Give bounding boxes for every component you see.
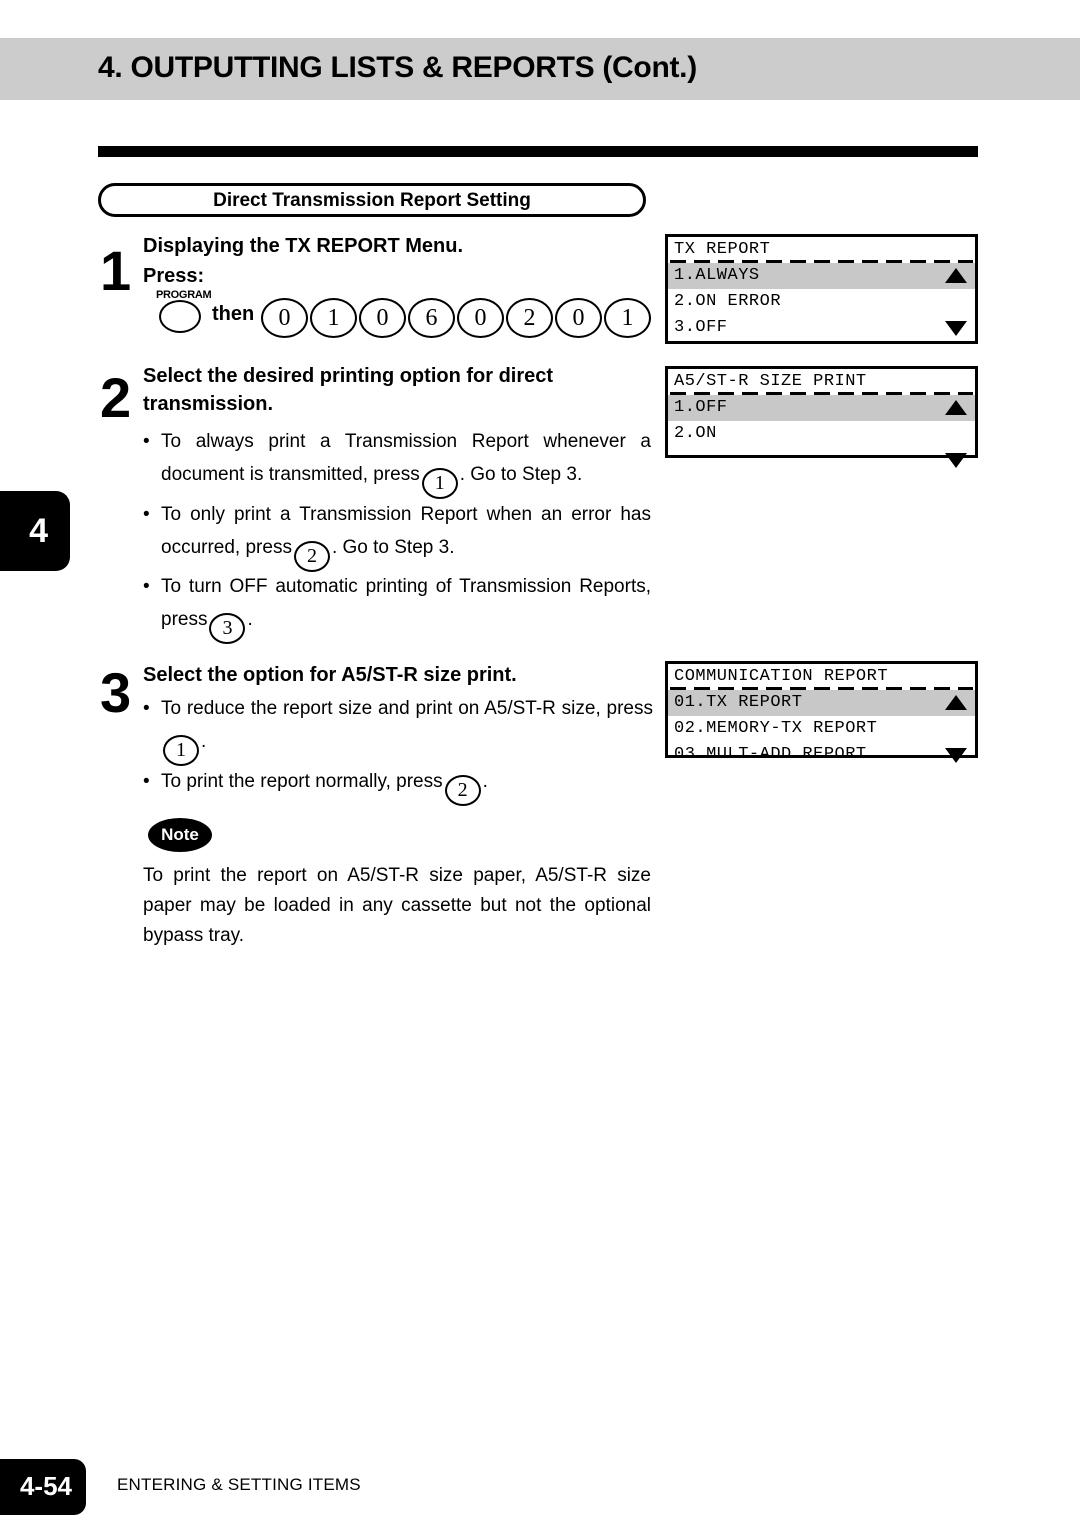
step-2-number: 2 <box>100 366 131 429</box>
keypad-key[interactable]: 1 <box>604 298 651 338</box>
program-key-button[interactable] <box>159 300 201 333</box>
lcd-header: A5/ST-R SIZE PRINT <box>668 369 975 395</box>
keypad-key[interactable]: 2 <box>444 775 481 806</box>
lcd-panel-tx-report: TX REPORT 1.ALWAYS 2.ON ERROR 3.OFF <box>665 234 978 344</box>
bullet-dot: • <box>143 771 150 792</box>
keypad-key[interactable]: 1 <box>163 735 199 766</box>
step-2-title: Select the desired printing option for d… <box>143 365 554 415</box>
bullet-dot: • <box>143 504 150 525</box>
keypad-key[interactable]: 0 <box>359 298 406 338</box>
scroll-up-icon[interactable] <box>945 268 967 283</box>
bullet-text: To print the report normally, press <box>161 771 443 792</box>
lcd-row[interactable]: 2.ON ERROR <box>668 289 975 315</box>
scroll-up-icon[interactable] <box>945 695 967 710</box>
lcd-row-label: 2.ON ERROR <box>674 292 782 311</box>
list-item: • To print the report normally, press 2. <box>143 765 651 806</box>
scroll-down-icon[interactable] <box>945 321 967 336</box>
bullet-text-tail: . Go to Step 3. <box>331 537 455 558</box>
scroll-up-icon[interactable] <box>945 400 967 415</box>
lcd-row-label: 03.MULT-ADD REPORT <box>674 745 867 764</box>
then-label: then <box>212 303 255 325</box>
step-3-title: Select the option for A5/ST-R size print… <box>143 664 517 686</box>
scroll-down-icon[interactable] <box>945 453 967 468</box>
lcd-row-selected[interactable]: 1.OFF <box>668 395 975 421</box>
bullet-text-tail: . <box>201 731 207 752</box>
bullet-text-tail: . <box>247 609 253 630</box>
bullet-text-tail: . <box>482 771 488 792</box>
keypad-key[interactable]: 1 <box>310 298 357 338</box>
bullet-text: To reduce the report size and print on A… <box>161 698 653 719</box>
section-heading-pill: Direct Transmission Report Setting <box>98 183 646 217</box>
note-badge-label: Note <box>161 825 199 844</box>
bullet-text-tail: . Go to Step 3. <box>459 464 583 485</box>
program-key-label: PROGRAM <box>156 289 212 301</box>
list-item: • To only print a Transmission Report wh… <box>143 498 651 572</box>
lcd-header: TX REPORT <box>668 237 975 263</box>
bullet-dot: • <box>143 576 150 597</box>
lcd-row-selected[interactable]: 01.TX REPORT <box>668 690 975 716</box>
step-3-number: 3 <box>100 661 131 724</box>
section-heading-label: Direct Transmission Report Setting <box>213 190 531 211</box>
keypad-key[interactable]: 0 <box>261 298 308 338</box>
keypad-key[interactable]: 2 <box>506 298 553 338</box>
bullet-dot: • <box>143 698 150 719</box>
step-1-press-label: Press: <box>143 265 205 287</box>
keypad-key[interactable]: 2 <box>293 541 330 572</box>
keypad-key[interactable]: 1 <box>421 468 458 499</box>
list-item: • To turn OFF automatic printing of Tran… <box>143 570 651 644</box>
lcd-row-label: 2.ON <box>674 424 717 443</box>
footer-page-tab: 4-54 <box>0 1459 86 1515</box>
lcd-row-empty[interactable] <box>668 447 975 473</box>
header-rule <box>98 146 978 157</box>
keypad-key[interactable]: 0 <box>555 298 602 338</box>
list-item: • To always print a Transmission Report … <box>143 425 651 499</box>
page-number: 4-54 <box>19 1471 72 1501</box>
lcd-panel-communication-report: COMMUNICATION REPORT 01.TX REPORT 02.MEM… <box>665 661 978 764</box>
lcd-row-label: 01.TX REPORT <box>674 693 803 712</box>
chapter-tab: 4 <box>0 491 70 571</box>
key-sequence: 0 1 0 6 0 2 0 1 <box>261 298 651 338</box>
lcd-row[interactable]: 3.OFF <box>668 315 975 341</box>
lcd-panel-a5-size-print: A5/ST-R SIZE PRINT 1.OFF 2.ON <box>665 366 978 468</box>
lcd-row-label: 02.MEMORY-TX REPORT <box>674 719 878 738</box>
lcd-row-selected[interactable]: 1.ALWAYS <box>668 263 975 289</box>
keypad-key[interactable]: 0 <box>457 298 504 338</box>
bullet-dot: • <box>143 431 150 452</box>
list-item: • To reduce the report size and print on… <box>143 692 653 766</box>
note-text: To print the report on A5/ST-R size pape… <box>143 865 651 946</box>
lcd-header: COMMUNICATION REPORT <box>668 664 975 690</box>
keypad-key[interactable]: 3 <box>209 613 246 644</box>
lcd-row-label: 1.ALWAYS <box>674 266 760 285</box>
scroll-down-icon[interactable] <box>945 748 967 763</box>
page-title: 4. OUTPUTTING LISTS & REPORTS (Cont.) <box>98 51 697 84</box>
lcd-row[interactable]: 02.MEMORY-TX REPORT <box>668 716 975 742</box>
keypad-key[interactable]: 6 <box>408 298 455 338</box>
chapter-tab-number: 4 <box>29 512 48 550</box>
step-1-title: Displaying the TX REPORT Menu. <box>143 235 464 257</box>
lcd-row[interactable]: 2.ON <box>668 421 975 447</box>
note-badge: Note <box>148 818 212 852</box>
step-1-number: 1 <box>100 239 131 302</box>
lcd-row-label: 3.OFF <box>674 318 728 337</box>
footer-label: ENTERING & SETTING ITEMS <box>117 1475 361 1494</box>
lcd-row-label: 1.OFF <box>674 398 728 417</box>
lcd-row[interactable]: 03.MULT-ADD REPORT <box>668 742 975 768</box>
